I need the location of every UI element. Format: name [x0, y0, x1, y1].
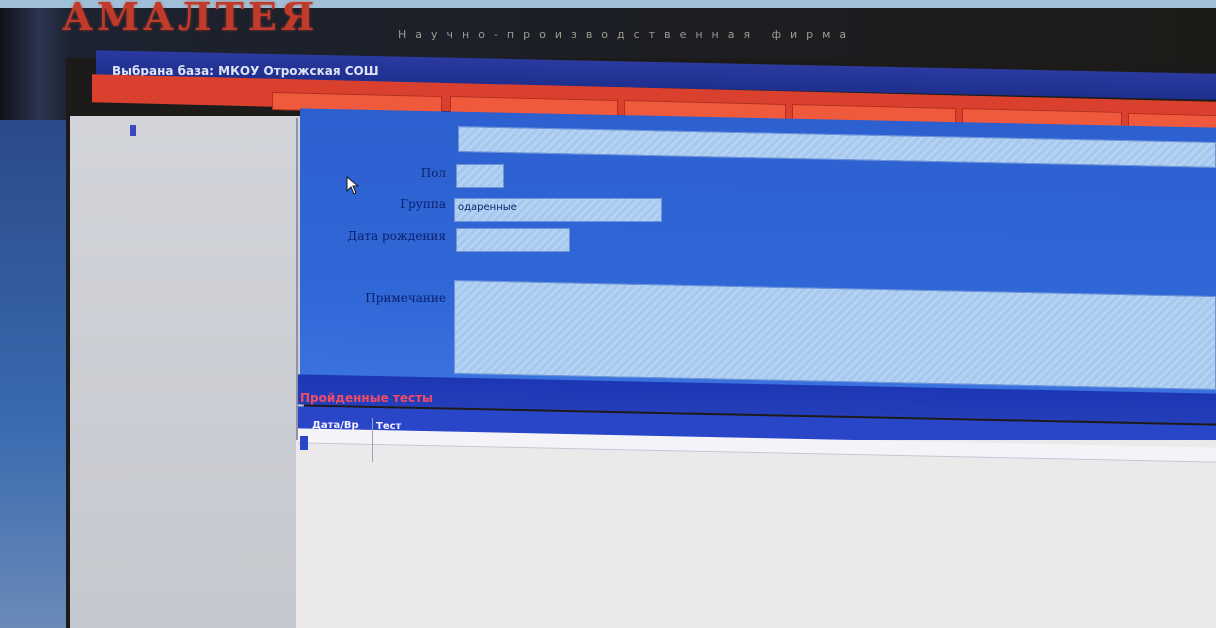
sidebar-tree[interactable] [70, 116, 304, 628]
tests-grid-body[interactable] [296, 440, 1216, 628]
birthdate-field[interactable] [456, 228, 570, 252]
column-separator [372, 418, 373, 462]
app-tagline: Научно-производственная фирма [398, 28, 856, 41]
group-label: Группа [400, 197, 446, 211]
tests-section-title: Пройденные тесты [300, 391, 433, 405]
row-indicator-icon [300, 436, 308, 450]
mouse-pointer-icon [346, 176, 360, 195]
tree-selected-node[interactable] [130, 125, 136, 136]
group-field-value: одаренные [458, 202, 517, 213]
birthdate-label: Дата рождения [347, 229, 446, 243]
notes-textarea[interactable] [454, 280, 1216, 390]
gender-field[interactable] [456, 164, 504, 188]
notes-label: Примечание [365, 291, 446, 305]
gender-label: Пол [420, 166, 446, 180]
app-brand-logo: АМАЛТЕЯ [62, 0, 319, 39]
